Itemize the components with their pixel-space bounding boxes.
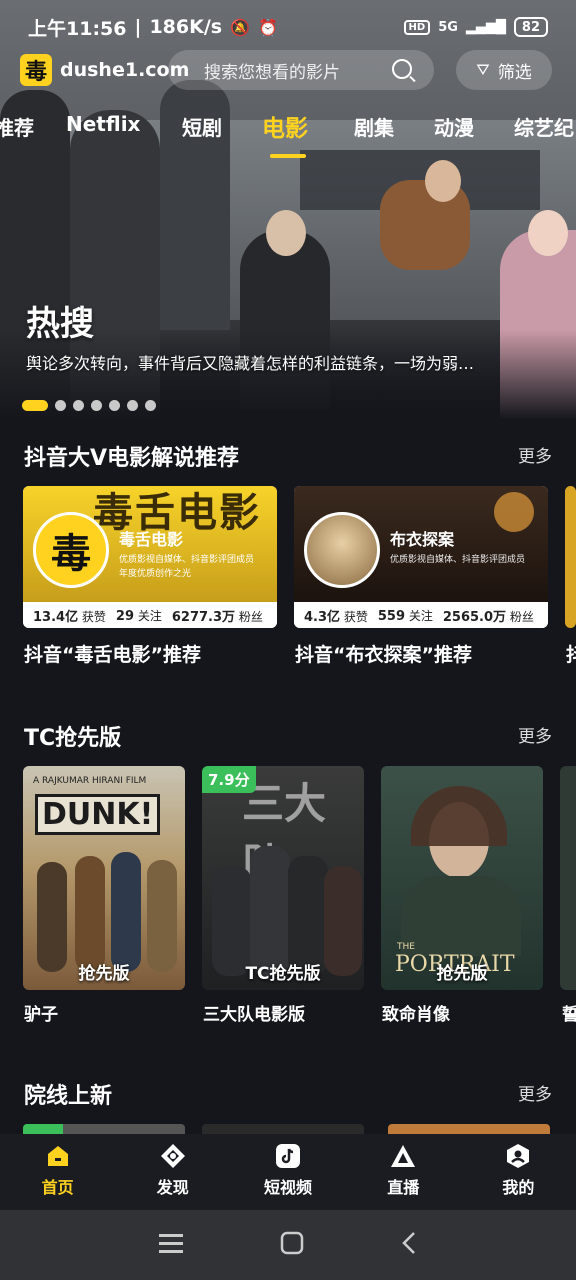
- tab-series[interactable]: 剧集: [354, 112, 394, 141]
- carousel-dot[interactable]: [73, 400, 84, 411]
- v-card-line1: 优质影视自媒体、抖音影评团成员: [119, 555, 255, 565]
- discover-icon: [159, 1142, 187, 1170]
- carousel-dot[interactable]: [91, 400, 102, 411]
- v-card-partial[interactable]: [565, 486, 576, 628]
- tab-indicator: [270, 154, 306, 158]
- alarm-icon: ⏰: [258, 17, 278, 37]
- filter-button[interactable]: ⛛ 筛选: [456, 50, 552, 90]
- section-title-v: 抖音大V电影解说推荐: [24, 446, 240, 471]
- v-card-line2: 年度优质创作之光: [119, 569, 192, 579]
- filter-label: 筛选: [497, 62, 532, 83]
- tab-recommend[interactable]: 推荐: [0, 112, 34, 141]
- section-title-new: 院线上新: [24, 1084, 113, 1109]
- nav-live[interactable]: 直播: [346, 1134, 461, 1210]
- live-icon: [389, 1142, 417, 1170]
- search-input[interactable]: 搜索您想看的影片: [168, 50, 434, 90]
- nav-profile[interactable]: 我的: [461, 1134, 576, 1210]
- section-title-tc: TC抢先版: [24, 726, 122, 751]
- poster-tag: 抢先版: [436, 964, 488, 984]
- carousel-dot[interactable]: [145, 400, 156, 411]
- profile-icon: [504, 1142, 532, 1170]
- movie-title: 致命肖像: [382, 1005, 450, 1025]
- v-card-name: 毒舌电影: [119, 530, 184, 549]
- nav-short-video[interactable]: 短视频: [230, 1134, 345, 1210]
- tab-short-drama[interactable]: 短剧: [182, 112, 222, 141]
- top-bar: 毒 dushe1.com 搜索您想看的影片 ⛛ 筛选: [0, 50, 576, 90]
- v-card-caption: 抖音“毒舌电影”推荐: [24, 644, 201, 666]
- poster-title-art: DUNK!: [35, 794, 161, 835]
- poster-three-teams[interactable]: 三大队 7.9分 TC抢先版: [202, 766, 364, 990]
- carousel-dot[interactable]: [22, 400, 48, 411]
- score-badge: 7.9分: [202, 766, 256, 793]
- v-card-stats: 13.4亿 获赞 29 关注 6277.3万 粉丝: [23, 602, 277, 628]
- search-placeholder: 搜索您想看的影片: [204, 62, 340, 83]
- menu-icon[interactable]: [158, 1233, 183, 1257]
- bottom-nav: 首页 发现 短视频 直播 我的: [0, 1134, 576, 1210]
- more-link-v[interactable]: 更多: [518, 442, 552, 467]
- carousel-dots: [22, 400, 156, 411]
- network-speed: 186K/s: [149, 16, 223, 38]
- avatar: [304, 512, 380, 588]
- nav-discover[interactable]: 发现: [115, 1134, 230, 1210]
- poster-credit: A RAJKUMAR HIRANI FILM: [33, 776, 147, 786]
- hd-badge: HD: [403, 19, 431, 35]
- tiktok-icon: [274, 1142, 302, 1170]
- more-link-new[interactable]: 更多: [518, 1080, 552, 1105]
- hero-title: 热搜: [26, 304, 94, 344]
- avatar: 毒: [33, 512, 109, 588]
- movie-title: 三大队电影版: [203, 1005, 305, 1025]
- carousel-dot[interactable]: [55, 400, 66, 411]
- movie-title: 誓: [562, 1005, 576, 1025]
- status-time: 上午11:56: [28, 17, 127, 40]
- poster-partial[interactable]: [23, 1124, 185, 1134]
- tab-movie[interactable]: 电影: [262, 109, 308, 143]
- hero-banner[interactable]: 上午11:56 | 186K/s 🔕 ⏰ HD 5G ▂▄▆█ 82 毒 dus…: [0, 0, 576, 420]
- poster-portrait[interactable]: THE PORTRAIT 抢先版: [381, 766, 543, 990]
- battery-indicator: 82: [513, 17, 548, 37]
- v-card-caption: 抖: [566, 644, 576, 666]
- home-button-icon[interactable]: [280, 1231, 304, 1259]
- tab-anime[interactable]: 动漫: [434, 112, 474, 141]
- carousel-dot[interactable]: [127, 400, 138, 411]
- tab-netflix[interactable]: Netflix: [66, 112, 140, 136]
- network-type: 5G: [438, 19, 458, 35]
- v-card-stats: 4.3亿 获赞 559 关注 2565.0万 粉丝: [294, 602, 548, 628]
- status-bar: 上午11:56 | 186K/s 🔕 ⏰ HD 5G ▂▄▆█ 82: [0, 0, 576, 54]
- signal-icon: ▂▄▆█: [465, 19, 506, 35]
- carousel-dot[interactable]: [109, 400, 120, 411]
- nav-home[interactable]: 首页: [0, 1134, 115, 1210]
- filter-icon: ⛛: [476, 60, 490, 79]
- mute-icon: 🔕: [230, 17, 250, 37]
- v-card-caption: 抖音“布衣探案”推荐: [295, 644, 472, 666]
- logo-icon[interactable]: 毒: [20, 54, 52, 86]
- poster-tag: TC抢先版: [245, 964, 321, 984]
- home-icon: [44, 1142, 72, 1170]
- back-icon[interactable]: [401, 1231, 417, 1259]
- v-card-dushe[interactable]: 毒舌电影 毒 毒舌电影 优质影视自媒体、抖音影评团成员 年度优质创作之光 13.…: [23, 486, 277, 628]
- search-icon: [392, 59, 412, 79]
- v-card-buyi[interactable]: 布衣探案 优质影视自媒体、抖音影评团成员 4.3亿 获赞 559 关注 2565…: [294, 486, 548, 628]
- tab-variety[interactable]: 综艺纪: [514, 112, 574, 141]
- poster-donkey[interactable]: A RAJKUMAR HIRANI FILM DUNK! 抢先版: [23, 766, 185, 990]
- poster-partial[interactable]: [202, 1124, 364, 1134]
- poster-credit: THE: [397, 942, 415, 952]
- poster-partial[interactable]: [388, 1124, 550, 1134]
- hero-description: 舆论多次转向，事件背后又隐藏着怎样的利益链条，一场为弱…: [26, 354, 475, 373]
- v-card-line1: 优质影视自媒体、抖音影评团成员: [390, 555, 526, 565]
- movie-title: 驴子: [24, 1005, 58, 1025]
- poster-partial[interactable]: [560, 766, 576, 990]
- poster-tag: 抢先版: [78, 964, 130, 984]
- more-link-tc[interactable]: 更多: [518, 722, 552, 747]
- system-nav-bar: [0, 1210, 576, 1280]
- category-tabs: 推荐 Netflix 短剧 电影 剧集 动漫 综艺纪: [0, 109, 576, 158]
- v-card-name: 布衣探案: [390, 530, 455, 549]
